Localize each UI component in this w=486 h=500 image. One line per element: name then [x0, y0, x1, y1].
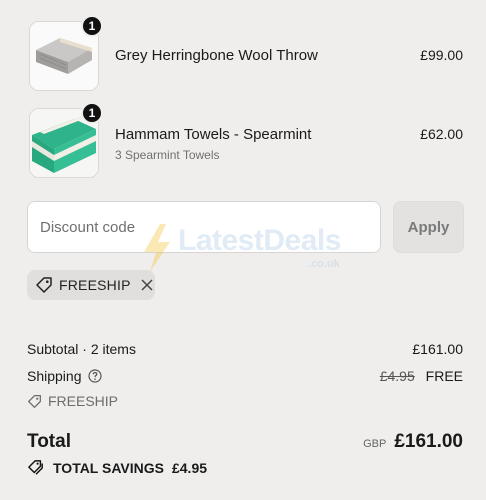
total-value: £161.00: [394, 431, 463, 452]
help-circle-icon[interactable]: [87, 369, 102, 383]
tag-icon: [35, 276, 53, 294]
watermark-subtext: .co.uk: [308, 258, 340, 270]
item-variant: 3 Spearmint Towels: [115, 148, 220, 162]
shipping-label-row: Shipping: [27, 368, 102, 384]
total-label: Total: [27, 431, 71, 452]
shipping-label: Shipping: [27, 368, 82, 384]
total-savings-row: TOTAL SAVINGS £4.95: [27, 460, 207, 476]
quantity-badge: 1: [81, 15, 103, 37]
shipping-code-row: FREESHIP: [27, 393, 118, 409]
item-price: £62.00: [420, 126, 463, 142]
line-item: 1 Grey Herringbone Wool Throw £99.00: [27, 15, 463, 93]
savings-value: £4.95: [171, 460, 208, 476]
applied-discount-chip: FREESHIP: [27, 270, 155, 300]
shipping-code-label: FREESHIP: [48, 393, 119, 409]
currency-code: GBP: [363, 438, 387, 450]
item-price: £99.00: [420, 47, 463, 63]
item-name: Hammam Towels - Spearmint: [115, 126, 312, 143]
shipping-value-row: £4.95 FREE: [380, 368, 463, 384]
shipping-value: FREE: [425, 368, 463, 384]
apply-discount-button[interactable]: Apply: [393, 201, 464, 253]
subtotal-label: Subtotal · 2 items: [27, 341, 136, 357]
item-name: Grey Herringbone Wool Throw: [115, 47, 318, 64]
discount-code-input[interactable]: [27, 201, 381, 253]
applied-code-label: FREESHIP: [59, 277, 131, 293]
savings-tag-icon: [27, 460, 45, 476]
remove-code-close-icon[interactable]: [141, 279, 153, 291]
line-item: 1 Hammam Towels - Spearmint 3 Spearmint …: [27, 102, 463, 180]
subtotal-value: £161.00: [412, 341, 463, 357]
total-value-row: GBP £161.00: [363, 431, 463, 453]
quantity-badge: 1: [81, 102, 103, 124]
shipping-original-price: £4.95: [379, 368, 415, 384]
savings-label: TOTAL SAVINGS: [53, 460, 164, 476]
tag-icon: [27, 394, 42, 409]
